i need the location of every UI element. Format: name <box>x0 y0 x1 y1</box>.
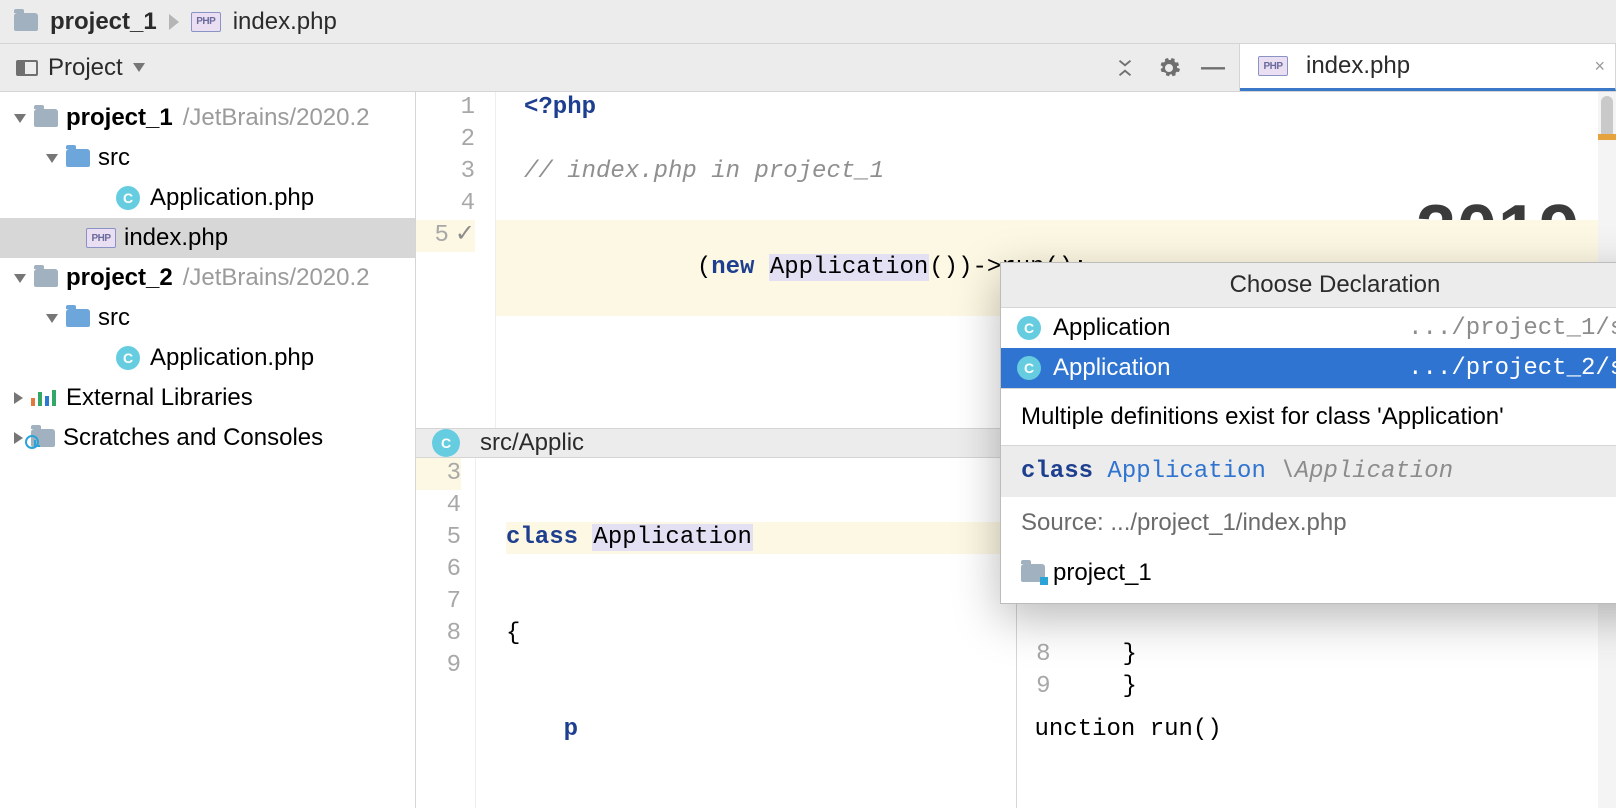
code-namespace: \Application <box>1266 458 1453 485</box>
chevron-down-icon <box>46 154 58 163</box>
tree-node-external-libraries[interactable]: External Libraries <box>0 378 415 418</box>
class-icon <box>1017 356 1041 380</box>
breadcrumb-file[interactable]: index.php <box>233 8 337 36</box>
class-icon <box>116 346 140 370</box>
popup-project-label: project_1 <box>1053 559 1152 587</box>
declaration-option-1[interactable]: Application .../project_1/src <box>1001 308 1616 348</box>
editor-tabs: index.php × <box>1239 44 1616 91</box>
option-label: Application <box>1053 354 1170 382</box>
chevron-right-icon <box>14 392 23 404</box>
tree-hint: /JetBrains/2020.2 <box>183 264 370 292</box>
php-file-icon <box>86 228 116 248</box>
code-identifier: Application <box>592 524 752 551</box>
popup-title: Choose Declaration <box>1001 263 1616 308</box>
chevron-right-icon <box>169 14 179 30</box>
class-icon <box>116 186 140 210</box>
code-line: unction run() <box>1035 714 1616 746</box>
library-icon <box>31 390 56 406</box>
editor-left-pane[interactable]: src/Applic 3 4 5 6 7 8 9 class Applicati… <box>416 429 1017 808</box>
gutter-num: 9 <box>1017 671 1051 703</box>
tab-label: index.php <box>1306 52 1410 80</box>
folder-icon <box>14 13 38 31</box>
tree-label: Scratches and Consoles <box>63 424 323 452</box>
class-icon <box>1017 316 1041 340</box>
popup-source-path: .../project_1/index.php <box>1104 509 1347 536</box>
code-line: } <box>1123 671 1137 703</box>
tree-node-project-1[interactable]: project_1 /JetBrains/2020.2 <box>0 98 415 138</box>
breadcrumb-root[interactable]: project_1 <box>50 8 157 36</box>
code-keyword: class <box>1021 458 1107 485</box>
popup-source-label: Source: <box>1021 509 1104 536</box>
folder-icon <box>34 269 58 287</box>
split-tab-left[interactable]: src/Applic <box>416 429 1016 458</box>
tree-node-index-php[interactable]: index.php <box>0 218 415 258</box>
tree-node-application-php[interactable]: Application.php <box>0 178 415 218</box>
folder-icon <box>1021 564 1045 582</box>
popup-classline: class Application \Application <box>1001 445 1616 497</box>
gutter: 1234 5✓ <box>416 92 496 428</box>
option-path: .../project_1/src <box>1408 315 1616 342</box>
chevron-down-icon <box>46 314 58 323</box>
popup-project[interactable]: project_1 ⋮ <box>1001 549 1616 603</box>
tab-label: src/Applic <box>480 429 584 457</box>
close-icon[interactable]: × <box>1594 56 1605 77</box>
chevron-down-icon <box>14 114 26 123</box>
tree-node-application-php-2[interactable]: Application.php <box>0 338 415 378</box>
code-keyword: new <box>711 254 769 281</box>
minimize-icon[interactable]: — <box>1191 44 1235 91</box>
gear-icon[interactable] <box>1147 44 1191 91</box>
chevron-right-icon <box>14 432 23 444</box>
popup-info: Multiple definitions exist for class 'Ap… <box>1001 388 1616 445</box>
breadcrumb: project_1 index.php <box>0 0 1616 44</box>
tree-node-src-2[interactable]: src <box>0 298 415 338</box>
chevron-down-icon <box>133 63 145 72</box>
tree-node-scratches[interactable]: Scratches and Consoles <box>0 418 415 458</box>
code-comment: // index.php in project_1 <box>496 156 1616 188</box>
class-icon <box>432 429 460 457</box>
tree-label: src <box>98 304 130 332</box>
gutter-num: 8 <box>1017 639 1051 671</box>
tree-label: Application.php <box>150 184 314 212</box>
code-token: <?php <box>524 94 596 121</box>
code-line: } <box>1123 639 1137 671</box>
code-identifier[interactable]: Application <box>769 254 929 281</box>
tree-label: index.php <box>124 224 228 252</box>
project-panel-label: Project <box>48 54 123 82</box>
code-token: ( <box>697 254 711 281</box>
popup-source: Source: .../project_1/index.php <box>1001 497 1616 549</box>
php-file-icon <box>1258 56 1288 76</box>
code-keyword: class <box>506 524 592 551</box>
tab-index-php[interactable]: index.php × <box>1240 44 1616 91</box>
folder-icon <box>34 109 58 127</box>
tree-label: External Libraries <box>66 384 253 412</box>
collapse-icon[interactable] <box>1103 44 1147 91</box>
option-path: .../project_2/src <box>1408 355 1616 382</box>
folder-icon <box>66 309 90 327</box>
php-file-icon <box>191 12 221 32</box>
tree-label: project_2 <box>66 264 173 292</box>
tree-label: project_1 <box>66 104 173 132</box>
code-line: { <box>506 618 1016 650</box>
choose-declaration-popup: Choose Declaration Application .../proje… <box>1000 262 1616 604</box>
tree-label: Application.php <box>150 344 314 372</box>
popup-info-text: Multiple definitions exist for class 'Ap… <box>1021 403 1504 431</box>
folder-icon <box>66 149 90 167</box>
tree-label: src <box>98 144 130 172</box>
option-label: Application <box>1053 314 1170 342</box>
editor-main[interactable]: 1234 5✓ <?php // index.php in project_1 … <box>416 92 1616 428</box>
tree-node-project-2[interactable]: project_2 /JetBrains/2020.2 <box>0 258 415 298</box>
tree-hint: /JetBrains/2020.2 <box>183 104 370 132</box>
toolbar: Project — index.php × <box>0 44 1616 92</box>
tree-node-src[interactable]: src <box>0 138 415 178</box>
code-identifier: Application <box>1107 458 1265 485</box>
project-tree: project_1 /JetBrains/2020.2 src Applicat… <box>0 92 416 808</box>
chevron-down-icon <box>14 274 26 283</box>
folder-icon <box>31 429 55 447</box>
project-panel-toggle[interactable]: Project <box>0 44 169 91</box>
gutter: 3 4 5 6 7 8 9 <box>416 458 476 808</box>
declaration-option-2[interactable]: Application .../project_2/src <box>1001 348 1616 388</box>
